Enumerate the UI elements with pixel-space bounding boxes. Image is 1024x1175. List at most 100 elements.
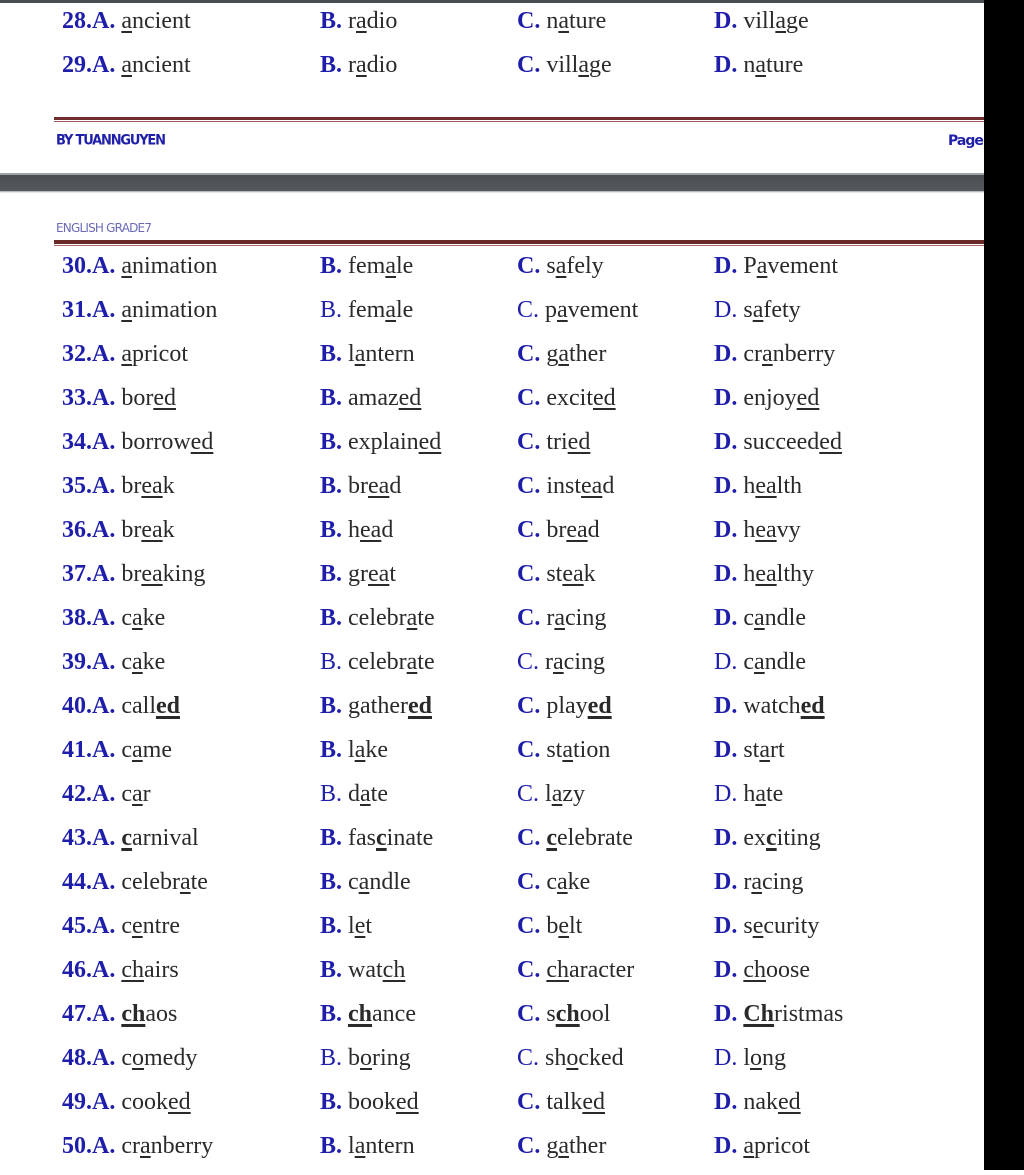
word-suffix: ncient (132, 52, 191, 78)
option-word: cake (546, 869, 590, 895)
option-c: C. bread (517, 515, 600, 545)
word-suffix: airs (144, 957, 179, 984)
option-label: B. (320, 869, 342, 895)
question-number: 35 (62, 473, 86, 500)
option-letter: A. (92, 737, 116, 764)
option-label: C. (517, 825, 540, 851)
word-prefix: cr (121, 1133, 140, 1160)
word-suffix: te (417, 605, 435, 632)
option-c: C. belt (517, 911, 582, 941)
option-a: 49.A. cooked (62, 1087, 191, 1117)
option-word: chance (348, 1001, 416, 1027)
option-word: racing (743, 869, 803, 895)
option-word: head (348, 517, 393, 543)
option-letter: B. (320, 8, 343, 34)
word-suffix: cing (565, 605, 607, 632)
option-b: B. chance (320, 999, 416, 1029)
option-letter: D. (714, 561, 738, 588)
underlined-sound: a (140, 1133, 151, 1160)
word-prefix: c (348, 869, 359, 896)
option-b: B. radio (320, 6, 397, 36)
option-b: B. female (320, 251, 413, 281)
option-word: cooked (121, 1089, 190, 1115)
option-label: B. (320, 1089, 342, 1115)
option-b: B. celebrate (320, 603, 435, 633)
option-letter: D. (714, 693, 738, 720)
option-label: C. (517, 8, 540, 34)
option-letter: C. (517, 385, 541, 412)
option-c: C. character (517, 955, 634, 985)
option-label: C. (517, 253, 540, 279)
underlined-sound: o (132, 1045, 144, 1072)
option-label: B. (320, 8, 342, 34)
underlined-sound: ed (407, 693, 432, 720)
option-letter: C. (517, 825, 541, 852)
option-word: lantern (348, 341, 415, 367)
word-prefix: explain (348, 429, 419, 456)
option-a: 42.A. car (62, 779, 151, 809)
option-word: long (743, 1045, 786, 1071)
option-label: C. (517, 1001, 540, 1027)
word-suffix: inate (386, 825, 434, 852)
option-letter: A. (92, 429, 116, 456)
option-word: succeeded (743, 429, 842, 455)
option-word: apricot (121, 341, 188, 367)
underlined-sound: ed (190, 429, 214, 456)
option-word: Christmas (743, 1001, 843, 1027)
underlined-sound: a (554, 605, 565, 632)
option-a: 33.A. bored (62, 383, 176, 413)
word-suffix: pricot (132, 341, 188, 368)
option-word: radio (348, 52, 397, 78)
option-b: B. date (320, 779, 388, 809)
underlined-sound: a (578, 52, 590, 78)
question-number-label: 45.A. (62, 913, 115, 939)
question-number-label: 42.A. (62, 781, 115, 807)
option-c: C. village (517, 50, 612, 80)
option-word: candle (743, 605, 806, 631)
option-letter: C. (517, 781, 540, 808)
option-d: D. candle (714, 603, 806, 633)
option-letter: B. (320, 473, 343, 500)
underlined-sound: ed (587, 693, 612, 720)
word-prefix: r (545, 649, 554, 676)
option-c: C. celebrate (517, 823, 633, 853)
option-label: D. (714, 649, 737, 675)
word-prefix: c (121, 1045, 132, 1072)
underlined-sound: a (406, 605, 418, 632)
underlined-sound: ed (796, 385, 820, 412)
option-label: D. (714, 429, 737, 455)
option-word: excited (546, 385, 615, 411)
underlined-sound: a (553, 649, 564, 676)
option-word: school (546, 1001, 610, 1027)
word-suffix: ng (762, 1045, 787, 1072)
option-word: animation (121, 297, 217, 323)
question-number: 49 (62, 1089, 86, 1116)
option-label: C. (517, 913, 540, 939)
word-prefix: gr (348, 561, 369, 588)
underlined-sound: ed (155, 693, 180, 720)
word-suffix: king (162, 561, 206, 588)
option-a: 37.A. breaking (62, 559, 205, 589)
option-word: bread (348, 473, 401, 499)
underlined-sound: a (754, 605, 765, 632)
option-word: watched (743, 693, 824, 719)
option-letter: A. (92, 649, 116, 676)
option-b: B. explained (320, 427, 441, 457)
word-suffix: d (381, 517, 394, 544)
option-b: B. let (320, 911, 372, 941)
word-suffix: d (587, 517, 600, 544)
option-letter: D. (714, 737, 738, 764)
option-word: candle (348, 869, 411, 895)
word-prefix: p (545, 297, 558, 324)
underlined-sound: ed (800, 693, 825, 720)
word-suffix: t (389, 561, 396, 588)
option-label: B. (320, 649, 342, 675)
option-letter: D. (714, 605, 738, 632)
option-label: B. (320, 517, 342, 543)
question-number: 48 (62, 1045, 86, 1072)
word-prefix: celebr (121, 869, 180, 896)
option-word: animation (121, 253, 217, 279)
question-number-label: 34.A. (62, 429, 115, 455)
option-letter: B. (320, 1045, 343, 1072)
word-prefix: h (743, 561, 756, 588)
